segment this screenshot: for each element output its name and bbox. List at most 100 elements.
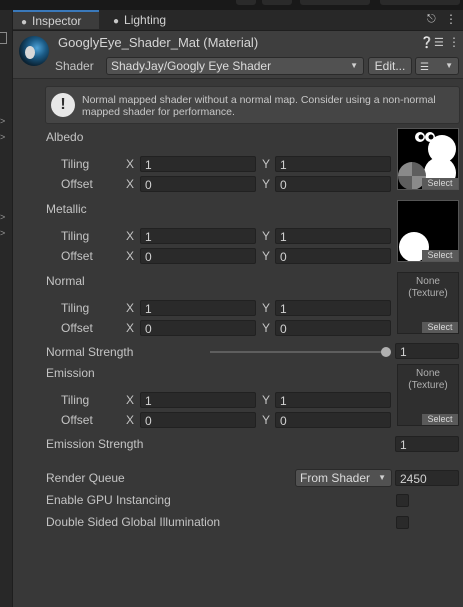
normal-offset-x-field[interactable]: 0 bbox=[140, 320, 256, 336]
chevron-down-icon: ▼ bbox=[445, 61, 453, 70]
double-sided-gi-label: Double Sided Global Illumination bbox=[46, 515, 221, 529]
emission-texture-slot[interactable]: None (Texture) Select bbox=[397, 364, 459, 426]
chevron-down-icon: ▼ bbox=[350, 61, 358, 70]
toolbar-button-stub[interactable] bbox=[262, 0, 292, 5]
normal-offset-y-field[interactable]: 0 bbox=[275, 320, 391, 336]
lightbulb-icon: ● bbox=[113, 16, 120, 27]
render-queue-field[interactable]: 2450 bbox=[395, 470, 459, 486]
texture-select-button[interactable]: Select bbox=[422, 322, 458, 333]
axis-x-label: X bbox=[126, 249, 135, 263]
tiling-label: Tiling bbox=[61, 229, 90, 243]
warning-icon: ! bbox=[51, 93, 75, 117]
metallic-texture-slot[interactable]: Select bbox=[397, 200, 459, 262]
albedo-label: Albedo bbox=[46, 130, 84, 144]
chevron-down-icon: ▼ bbox=[378, 473, 386, 482]
axis-x-label: X bbox=[126, 177, 135, 191]
emission-tiling-x-field[interactable]: 1 bbox=[140, 392, 256, 408]
metallic-label: Metallic bbox=[46, 202, 87, 216]
tab-lighting[interactable]: ● Lighting bbox=[113, 10, 193, 30]
texture-select-button[interactable]: Select bbox=[422, 414, 458, 425]
axis-y-label: Y bbox=[262, 249, 271, 263]
tiling-label: Tiling bbox=[61, 157, 90, 171]
normal-tiling-y-field[interactable]: 1 bbox=[275, 300, 391, 316]
window-top-strip bbox=[0, 0, 463, 10]
shader-dropdown[interactable]: ShadyJay/Googly Eye Shader ▼ bbox=[106, 57, 364, 75]
albedo-tiling-x-field[interactable]: 1 bbox=[140, 156, 256, 172]
axis-y-label: Y bbox=[262, 177, 271, 191]
hierarchy-panel-edge: > > > > bbox=[0, 10, 13, 607]
axis-x-label: X bbox=[126, 393, 135, 407]
albedo-tiling-y-field[interactable]: 1 bbox=[275, 156, 391, 172]
warning-text: Normal mapped shader without a normal ma… bbox=[82, 94, 436, 118]
metallic-tiling-x-field[interactable]: 1 bbox=[140, 228, 256, 244]
albedo-offset-y-field[interactable]: 0 bbox=[275, 176, 391, 192]
axis-x-label: X bbox=[126, 413, 135, 427]
emission-strength-field[interactable]: 1 bbox=[395, 436, 459, 452]
normal-strength-slider-thumb[interactable] bbox=[381, 347, 391, 357]
help-icon[interactable]: ❔ bbox=[420, 36, 434, 49]
axis-x-label: X bbox=[126, 301, 135, 315]
axis-x-label: X bbox=[126, 157, 135, 171]
tab-bar: ● Inspector ● Lighting ⎋ ⋮ bbox=[13, 10, 463, 31]
emission-offset-x-field[interactable]: 0 bbox=[140, 412, 256, 428]
normal-texture-slot[interactable]: None (Texture) Select bbox=[397, 272, 459, 334]
texture-select-button[interactable]: Select bbox=[422, 250, 458, 261]
info-icon: ● bbox=[21, 17, 28, 28]
warning-helpbox: ! Normal mapped shader without a normal … bbox=[45, 86, 460, 124]
emission-label: Emission bbox=[46, 366, 95, 380]
render-queue-dropdown[interactable]: From Shader ▼ bbox=[295, 469, 392, 487]
axis-y-label: Y bbox=[262, 393, 271, 407]
axis-y-label: Y bbox=[262, 413, 271, 427]
render-queue-label: Render Queue bbox=[46, 471, 125, 485]
texture-none-text: None (Texture) bbox=[408, 368, 448, 391]
settings-sliders-icon[interactable]: ☰ bbox=[434, 36, 444, 49]
lock-icon[interactable]: ⎋ bbox=[427, 13, 436, 26]
normal-strength-slider-track[interactable] bbox=[210, 351, 386, 353]
axis-y-label: Y bbox=[262, 157, 271, 171]
emission-strength-label: Emission Strength bbox=[46, 437, 144, 451]
tiling-label: Tiling bbox=[61, 393, 90, 407]
axis-x-label: X bbox=[126, 229, 135, 243]
axis-x-label: X bbox=[126, 321, 135, 335]
chevron-right-icon[interactable]: > bbox=[0, 228, 5, 238]
panel-icon[interactable] bbox=[0, 32, 7, 44]
gpu-instancing-label: Enable GPU Instancing bbox=[46, 493, 171, 507]
tiling-label: Tiling bbox=[61, 301, 90, 315]
axis-y-label: Y bbox=[262, 301, 271, 315]
double-sided-gi-checkbox[interactable] bbox=[396, 516, 409, 529]
toolbar-button-stub[interactable] bbox=[236, 0, 256, 5]
metallic-offset-x-field[interactable]: 0 bbox=[140, 248, 256, 264]
shader-options-button[interactable]: ☰ ▼ bbox=[415, 57, 459, 75]
offset-label: Offset bbox=[61, 177, 93, 191]
chevron-right-icon[interactable]: > bbox=[0, 132, 5, 142]
toolbar-button-stub[interactable] bbox=[380, 0, 460, 5]
list-icon: ☰ bbox=[420, 62, 429, 73]
texture-select-button[interactable]: Select bbox=[422, 178, 458, 189]
gpu-instancing-checkbox[interactable] bbox=[396, 494, 409, 507]
more-menu-icon[interactable]: ⋮ bbox=[445, 12, 457, 26]
emission-offset-y-field[interactable]: 0 bbox=[275, 412, 391, 428]
material-title: GooglyEye_Shader_Mat (Material) bbox=[58, 35, 259, 50]
material-preview-icon bbox=[19, 36, 49, 66]
emission-tiling-y-field[interactable]: 1 bbox=[275, 392, 391, 408]
metallic-offset-y-field[interactable]: 0 bbox=[275, 248, 391, 264]
tab-inspector[interactable]: ● Inspector bbox=[13, 10, 99, 29]
chevron-right-icon[interactable]: > bbox=[0, 116, 5, 126]
axis-y-label: Y bbox=[262, 321, 271, 335]
shader-edit-button[interactable]: Edit... bbox=[368, 57, 412, 75]
axis-y-label: Y bbox=[262, 229, 271, 243]
normal-label: Normal bbox=[46, 274, 85, 288]
offset-label: Offset bbox=[61, 321, 93, 335]
shader-label: Shader bbox=[55, 59, 94, 73]
metallic-tiling-y-field[interactable]: 1 bbox=[275, 228, 391, 244]
offset-label: Offset bbox=[61, 413, 93, 427]
chevron-right-icon[interactable]: > bbox=[0, 212, 5, 222]
albedo-texture-slot[interactable]: Select bbox=[397, 128, 459, 190]
albedo-offset-x-field[interactable]: 0 bbox=[140, 176, 256, 192]
more-menu-icon[interactable]: ⋮ bbox=[448, 35, 460, 49]
offset-label: Offset bbox=[61, 249, 93, 263]
normal-strength-label: Normal Strength bbox=[46, 345, 134, 359]
normal-strength-field[interactable]: 1 bbox=[395, 343, 459, 359]
normal-tiling-x-field[interactable]: 1 bbox=[140, 300, 256, 316]
toolbar-button-stub[interactable] bbox=[300, 0, 370, 5]
